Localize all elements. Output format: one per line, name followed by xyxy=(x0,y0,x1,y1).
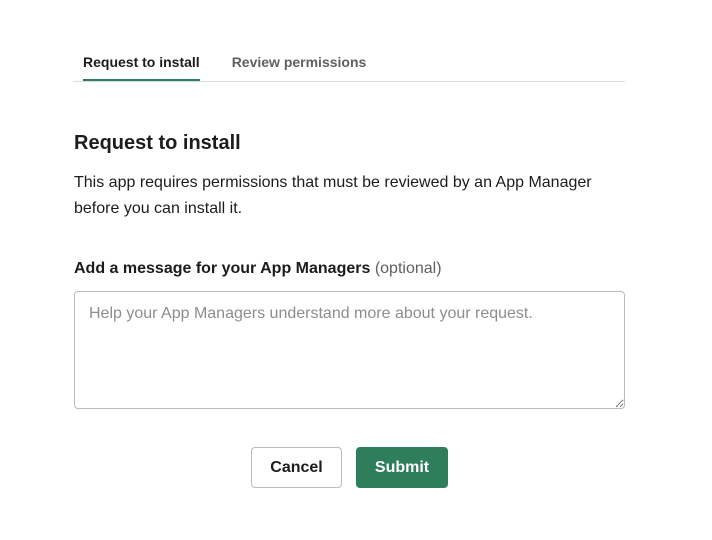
message-textarea[interactable] xyxy=(74,291,625,409)
tab-request-to-install[interactable]: Request to install xyxy=(83,44,200,81)
optional-hint: (optional) xyxy=(374,260,442,277)
page-title: Request to install xyxy=(74,132,241,154)
tab-review-permissions[interactable]: Review permissions xyxy=(232,44,367,81)
tab-bar: Request to install Review permissions xyxy=(73,44,625,82)
description-text: This app requires permissions that must … xyxy=(74,174,592,217)
cancel-button[interactable]: Cancel xyxy=(251,447,342,488)
message-field-label: Add a message for your App Managers (opt… xyxy=(74,258,442,280)
message-label-text: Add a message for your App Managers xyxy=(74,260,371,277)
submit-button[interactable]: Submit xyxy=(356,447,448,488)
